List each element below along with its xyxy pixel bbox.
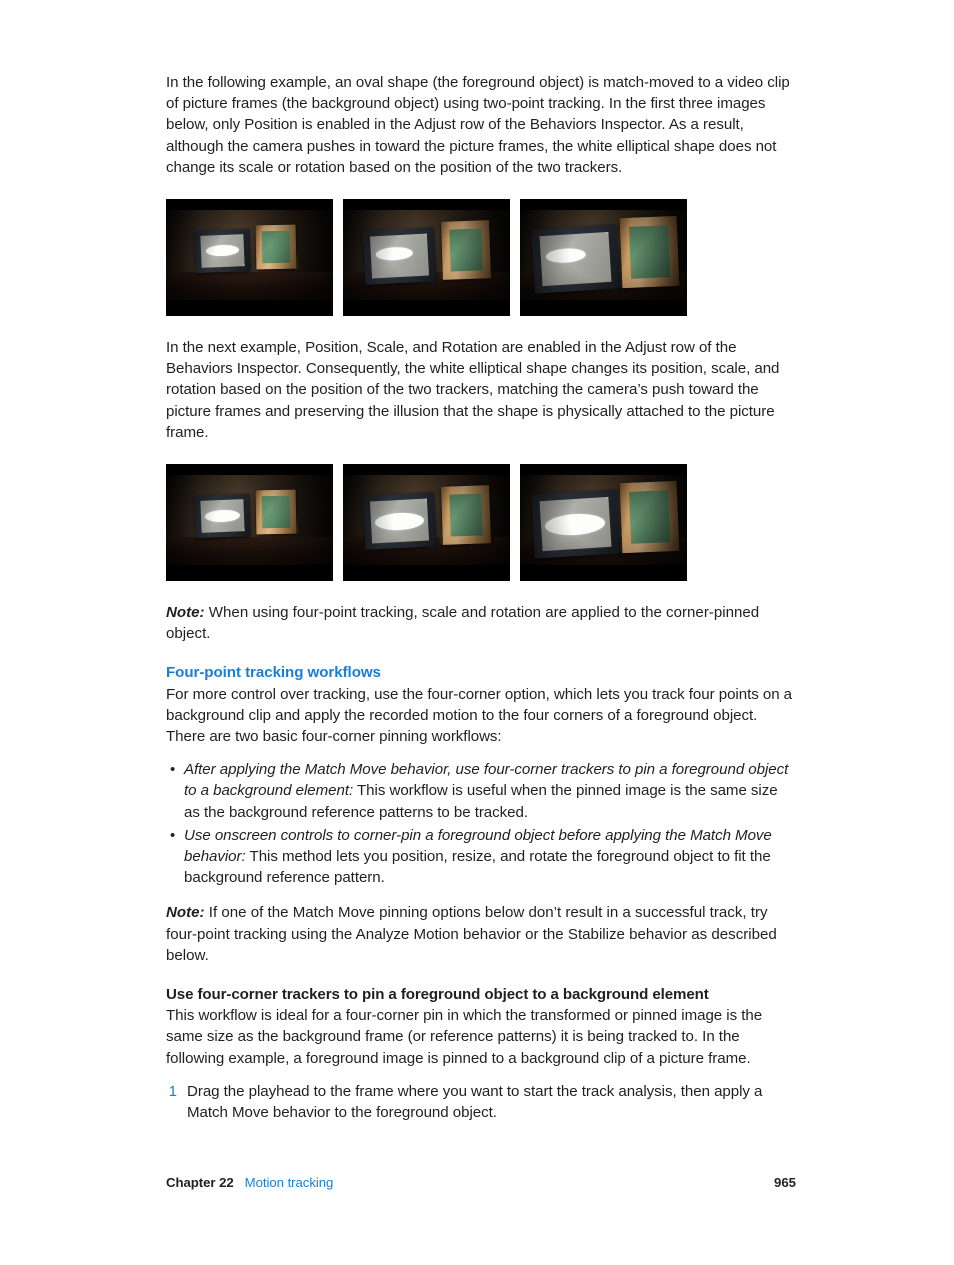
bullet-icon: • — [170, 761, 176, 779]
figure-image-5 — [343, 464, 510, 582]
step-number: 1 — [168, 1082, 177, 1100]
document-page: In the following example, an oval shape … — [0, 0, 954, 1265]
step-text: Drag the playhead to the frame where you… — [187, 1082, 763, 1122]
note-text: When using four-point tracking, scale an… — [166, 604, 760, 643]
paragraph-intro-two-point-tracking: In the following example, an oval shape … — [166, 74, 790, 176]
paragraph-position-scale-rotation: In the next example, Position, Scale, an… — [166, 339, 780, 441]
list-item-text: This method lets you position, resize, a… — [184, 848, 771, 887]
figure-row-position-scale-rotation — [166, 464, 796, 582]
paragraph-four-corner-option: For more control over tracking, use the … — [166, 685, 793, 746]
note-match-move-pinning-options: Note: If one of the Match Move pinning o… — [166, 902, 796, 966]
page-content: In the following example, an oval shape … — [166, 72, 796, 1123]
note-text: If one of the Match Move pinning options… — [166, 904, 777, 964]
paragraph-four-corner-pin-workflow: This workflow is ideal for a four-corner… — [166, 1007, 763, 1067]
figure-image-4 — [166, 464, 333, 582]
heading-four-point-tracking-workflows: Four-point tracking workflows — [166, 664, 381, 682]
figure-image-2 — [343, 199, 510, 317]
footer-chapter-title[interactable]: Motion tracking — [245, 1174, 334, 1191]
figure-image-6 — [520, 464, 687, 582]
heading-use-four-corner-trackers: Use four-corner trackers to pin a foregr… — [166, 986, 709, 1004]
note-label: Note: — [166, 904, 205, 922]
list-four-corner-workflows: • After applying the Match Move behavior… — [166, 759, 796, 888]
note-label: Note: — [166, 604, 205, 622]
bullet-icon: • — [170, 826, 176, 844]
figure-image-3 — [520, 199, 687, 317]
figure-row-position-only — [166, 199, 796, 317]
list-item: • Use onscreen controls to corner-pin a … — [166, 825, 796, 889]
figure-image-1 — [166, 199, 333, 317]
page-footer: Chapter 22 Motion tracking 965 — [166, 1174, 796, 1191]
note-four-point-tracking: Note: When using four-point tracking, sc… — [166, 602, 796, 644]
footer-page-number: 965 — [773, 1175, 796, 1190]
list-procedure-steps: 1 Drag the playhead to the frame where y… — [166, 1081, 796, 1123]
footer-chapter-number: Chapter 22 — [166, 1175, 234, 1190]
step-item: 1 Drag the playhead to the frame where y… — [166, 1081, 796, 1123]
list-item: • After applying the Match Move behavior… — [166, 759, 796, 823]
